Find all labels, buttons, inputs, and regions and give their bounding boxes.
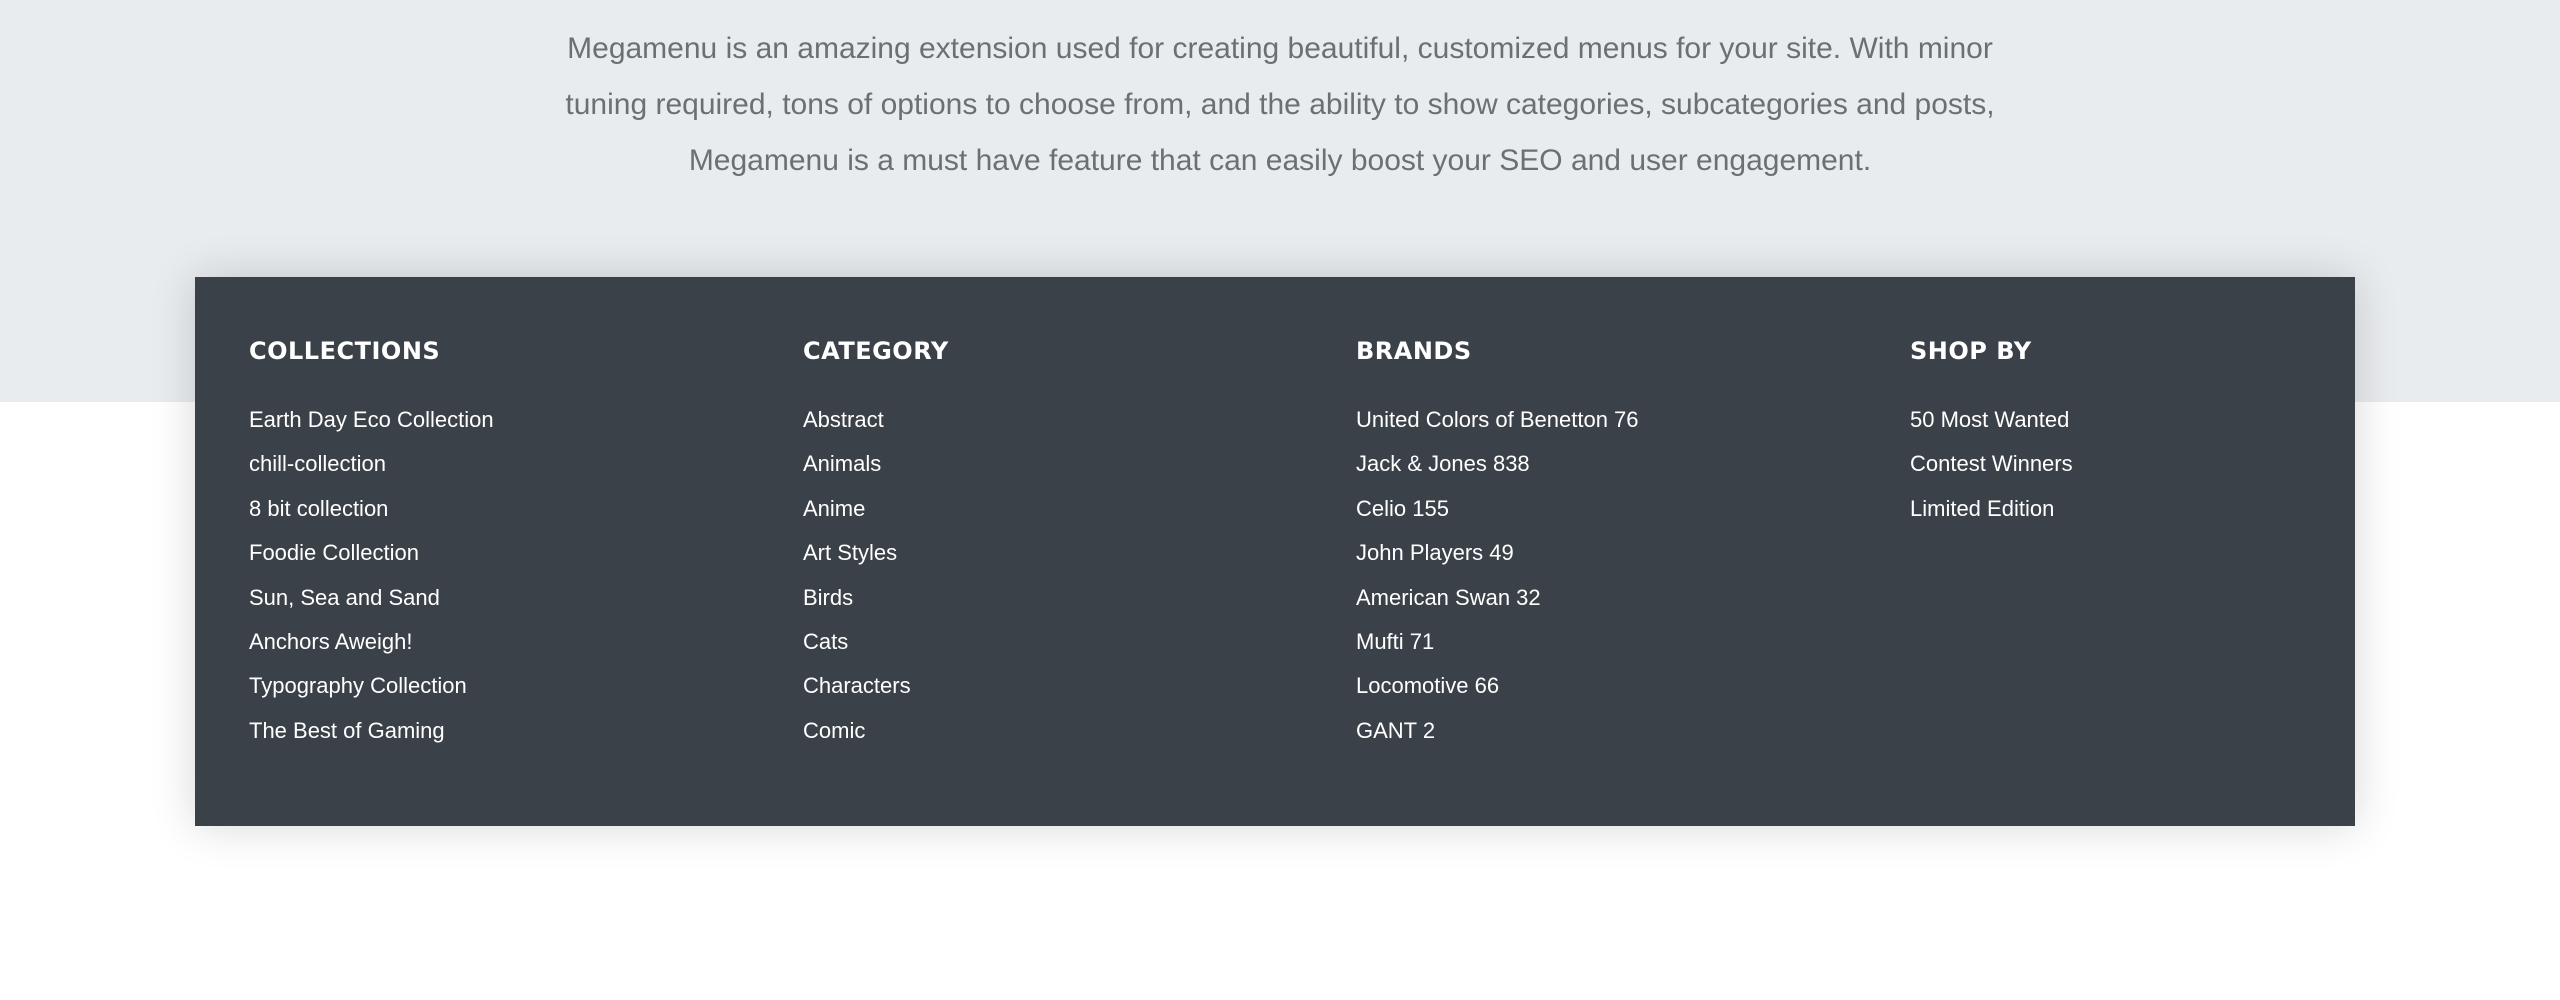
list-item: Animals <box>803 442 911 486</box>
collection-link[interactable]: 8 bit collection <box>249 496 388 521</box>
category-link[interactable]: Animals <box>803 451 881 476</box>
list-item: Anime <box>803 487 911 531</box>
brand-link[interactable]: Jack & Jones 838 <box>1356 451 1530 476</box>
list-item: United Colors of Benetton 76 <box>1356 398 1639 442</box>
shop-by-link[interactable]: Contest Winners <box>1910 451 2073 476</box>
shop-by-link[interactable]: Limited Edition <box>1910 496 2054 521</box>
list-item: Limited Edition <box>1910 487 2073 531</box>
shop-by-link[interactable]: 50 Most Wanted <box>1910 407 2069 432</box>
category-link[interactable]: Anime <box>803 496 865 521</box>
list-item: American Swan 32 <box>1356 576 1639 620</box>
brand-link[interactable]: Celio 155 <box>1356 496 1449 521</box>
list-item: Typography Collection <box>249 664 494 708</box>
brand-link[interactable]: GANT 2 <box>1356 718 1435 743</box>
list-item: Contest Winners <box>1910 442 2073 486</box>
list-item: 50 Most Wanted <box>1910 398 2073 442</box>
brand-link[interactable]: American Swan 32 <box>1356 585 1541 610</box>
shop-by-link-list: 50 Most Wanted Contest Winners Limited E… <box>1910 398 2073 531</box>
list-item: Celio 155 <box>1356 487 1639 531</box>
list-item: Mufti 71 <box>1356 620 1639 664</box>
description-line: Megamenu is a must have feature that can… <box>688 144 1872 177</box>
list-item: Abstract <box>803 398 911 442</box>
brands-link-list: United Colors of Benetton 76 Jack & Jone… <box>1356 398 1639 753</box>
column-heading: CATEGORY <box>803 337 949 365</box>
list-item: Characters <box>803 664 911 708</box>
list-item: Cats <box>803 620 911 664</box>
category-link[interactable]: Comic <box>803 718 865 743</box>
list-item: Foodie Collection <box>249 531 494 575</box>
list-item: Birds <box>803 576 911 620</box>
category-link[interactable]: Cats <box>803 629 848 654</box>
category-link[interactable]: Art Styles <box>803 540 897 565</box>
list-item: John Players 49 <box>1356 531 1639 575</box>
list-item: Sun, Sea and Sand <box>249 576 494 620</box>
list-item: Comic <box>803 709 911 753</box>
collections-link-list: Earth Day Eco Collection chill-collectio… <box>249 398 494 753</box>
category-link-list: Abstract Animals Anime Art Styles Birds … <box>803 398 911 753</box>
brand-link[interactable]: Locomotive 66 <box>1356 673 1499 698</box>
column-heading: BRANDS <box>1356 337 1472 365</box>
category-link[interactable]: Characters <box>803 673 911 698</box>
column-heading: COLLECTIONS <box>249 337 441 365</box>
collection-link[interactable]: Sun, Sea and Sand <box>249 585 440 610</box>
collection-link[interactable]: The Best of Gaming <box>249 718 445 743</box>
collection-link[interactable]: Typography Collection <box>249 673 467 698</box>
list-item: 8 bit collection <box>249 487 494 531</box>
list-item: Jack & Jones 838 <box>1356 442 1639 486</box>
list-item: chill-collection <box>249 442 494 486</box>
megamenu-panel: COLLECTIONS Earth Day Eco Collection chi… <box>195 277 2355 826</box>
collection-link[interactable]: Earth Day Eco Collection <box>249 407 494 432</box>
list-item: Earth Day Eco Collection <box>249 398 494 442</box>
description-line: tuning required, tons of options to choo… <box>565 88 1995 121</box>
column-heading: SHOP BY <box>1910 337 2032 365</box>
list-item: Art Styles <box>803 531 911 575</box>
collection-link[interactable]: Foodie Collection <box>249 540 419 565</box>
list-item: Anchors Aweigh! <box>249 620 494 664</box>
collection-link[interactable]: chill-collection <box>249 451 386 476</box>
brand-link[interactable]: United Colors of Benetton 76 <box>1356 407 1639 432</box>
brand-link[interactable]: John Players 49 <box>1356 540 1514 565</box>
list-item: Locomotive 66 <box>1356 664 1639 708</box>
megamenu-description: Megamenu is an amazing extension used fo… <box>560 21 2000 189</box>
description-line: Megamenu is an amazing extension used fo… <box>567 32 1993 65</box>
brand-link[interactable]: Mufti 71 <box>1356 629 1434 654</box>
collection-link[interactable]: Anchors Aweigh! <box>249 629 412 654</box>
category-link[interactable]: Abstract <box>803 407 884 432</box>
category-link[interactable]: Birds <box>803 585 853 610</box>
list-item: The Best of Gaming <box>249 709 494 753</box>
list-item: GANT 2 <box>1356 709 1639 753</box>
